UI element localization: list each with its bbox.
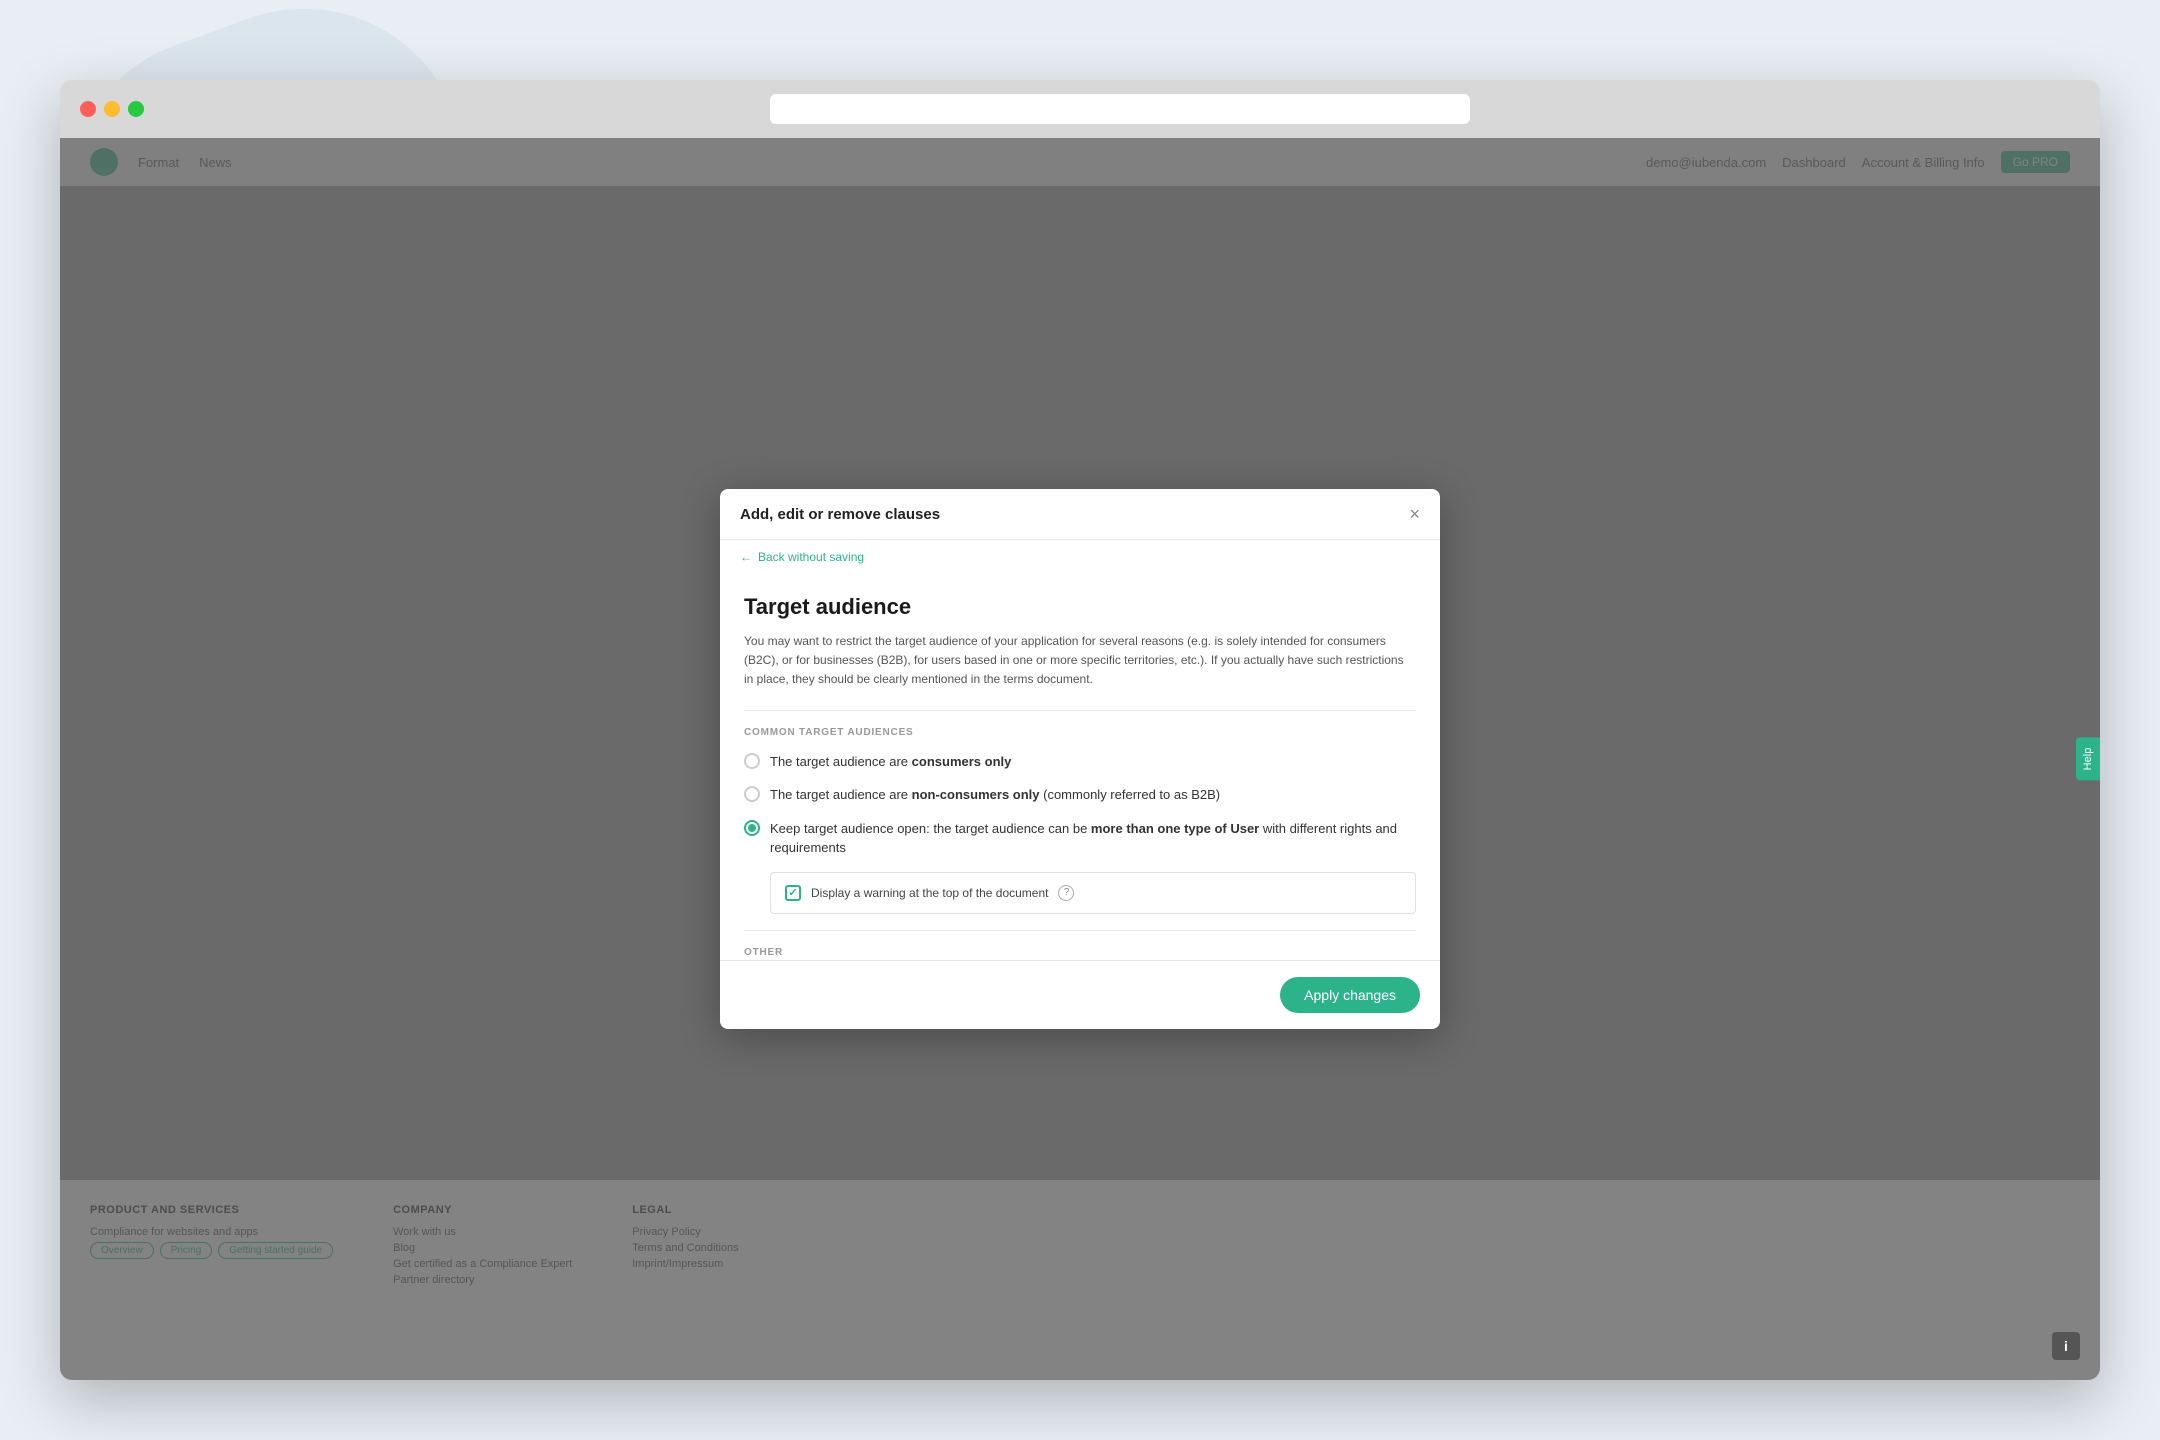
page-background: Format News demo@iubenda.com Dashboard A… (60, 138, 2100, 1380)
divider-2 (744, 930, 1416, 931)
warning-checkbox[interactable] (785, 885, 801, 901)
warning-help-icon[interactable]: ? (1058, 885, 1074, 901)
radio-circle-open[interactable] (744, 820, 760, 836)
modal-back-button[interactable]: ← Back without saving (720, 540, 1440, 574)
modal-close-button[interactable]: × (1409, 505, 1420, 523)
section-title: Target audience (744, 594, 1416, 620)
modal-body: Target audience You may want to restrict… (720, 574, 1440, 960)
radio-option-consumers[interactable]: The target audience are consumers only (744, 752, 1416, 772)
section-description: You may want to restrict the target audi… (744, 632, 1416, 690)
maximize-button[interactable] (128, 101, 144, 117)
apply-changes-button[interactable]: Apply changes (1280, 977, 1420, 1013)
radio-option-nonconsumers[interactable]: The target audience are non-consumers on… (744, 785, 1416, 805)
radio-option-open[interactable]: Keep target audience open: the target au… (744, 819, 1416, 858)
modal-dialog: Add, edit or remove clauses × ← Back wit… (720, 489, 1440, 1029)
browser-window: Format News demo@iubenda.com Dashboard A… (60, 80, 2100, 1380)
back-label: Back without saving (758, 550, 864, 564)
info-button[interactable]: i (2052, 1332, 2080, 1360)
radio-circle-nonconsumers[interactable] (744, 786, 760, 802)
warning-checkbox-label: Display a warning at the top of the docu… (811, 886, 1048, 900)
warning-checkbox-block: Display a warning at the top of the docu… (770, 872, 1416, 914)
help-sidebar-button[interactable]: Help (2076, 738, 2100, 781)
traffic-lights (80, 101, 144, 117)
minimize-button[interactable] (104, 101, 120, 117)
radio-label-consumers: The target audience are consumers only (770, 752, 1011, 772)
browser-chrome (60, 80, 2100, 138)
modal-title: Add, edit or remove clauses (740, 506, 940, 523)
radio-label-open: Keep target audience open: the target au… (770, 819, 1416, 858)
divider-1 (744, 710, 1416, 711)
other-section-label: OTHER (744, 947, 1416, 958)
modal-footer: Apply changes (720, 960, 1440, 1029)
radio-circle-consumers[interactable] (744, 753, 760, 769)
common-audiences-label: COMMON TARGET AUDIENCES (744, 727, 1416, 738)
radio-label-nonconsumers: The target audience are non-consumers on… (770, 785, 1220, 805)
modal-header: Add, edit or remove clauses × (720, 489, 1440, 540)
close-button[interactable] (80, 101, 96, 117)
modal-overlay: Add, edit or remove clauses × ← Back wit… (60, 138, 2100, 1380)
back-arrow-icon: ← (740, 550, 752, 564)
address-bar[interactable] (770, 94, 1470, 124)
